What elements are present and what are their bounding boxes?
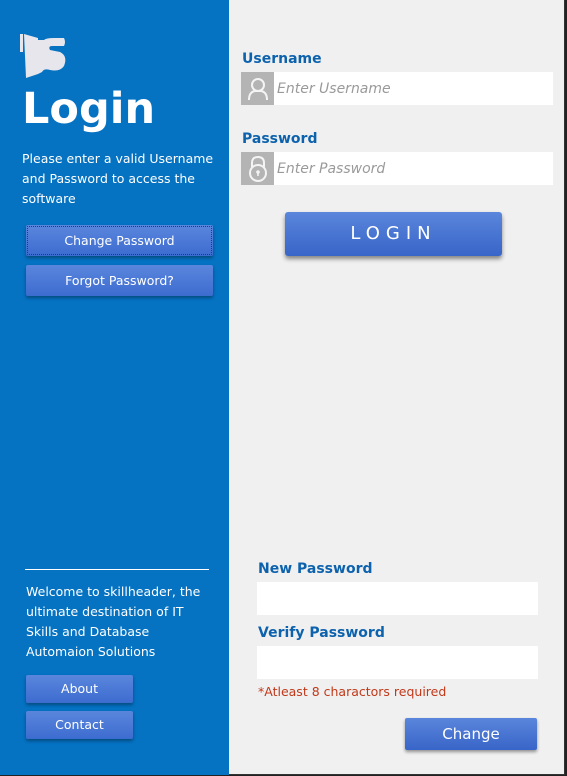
welcome-text: Welcome to skillheader, the ultimate des… bbox=[26, 584, 201, 659]
user-icon bbox=[241, 72, 274, 105]
new-password-label: New Password bbox=[258, 561, 373, 577]
skillheader-logo-icon bbox=[20, 34, 66, 78]
verify-password-label: Verify Password bbox=[258, 625, 385, 641]
username-input[interactable] bbox=[277, 72, 549, 105]
login-window: Login Please enter a valid Username and … bbox=[0, 0, 565, 775]
password-hint: *Atleast 8 charactors required bbox=[258, 684, 447, 699]
password-input[interactable] bbox=[277, 152, 549, 185]
login-button[interactable]: LOGIN bbox=[285, 212, 502, 256]
change-password-button[interactable]: Change Password bbox=[26, 225, 213, 256]
forgot-password-button[interactable]: Forgot Password? bbox=[26, 265, 213, 296]
page-title: Login bbox=[22, 84, 156, 134]
lock-icon bbox=[241, 152, 274, 185]
verify-password-input[interactable] bbox=[257, 646, 538, 679]
about-button[interactable]: About bbox=[26, 675, 133, 703]
contact-button[interactable]: Contact bbox=[26, 711, 133, 739]
username-label: Username bbox=[242, 51, 322, 67]
change-button[interactable]: Change bbox=[405, 718, 537, 750]
sidebar: Login Please enter a valid Username and … bbox=[0, 0, 229, 775]
password-field bbox=[241, 152, 553, 185]
sidebar-divider bbox=[25, 569, 209, 570]
username-field bbox=[241, 72, 553, 105]
new-password-input[interactable] bbox=[257, 582, 538, 615]
password-label: Password bbox=[242, 131, 318, 147]
intro-text: Please enter a valid Username and Passwo… bbox=[22, 151, 214, 206]
